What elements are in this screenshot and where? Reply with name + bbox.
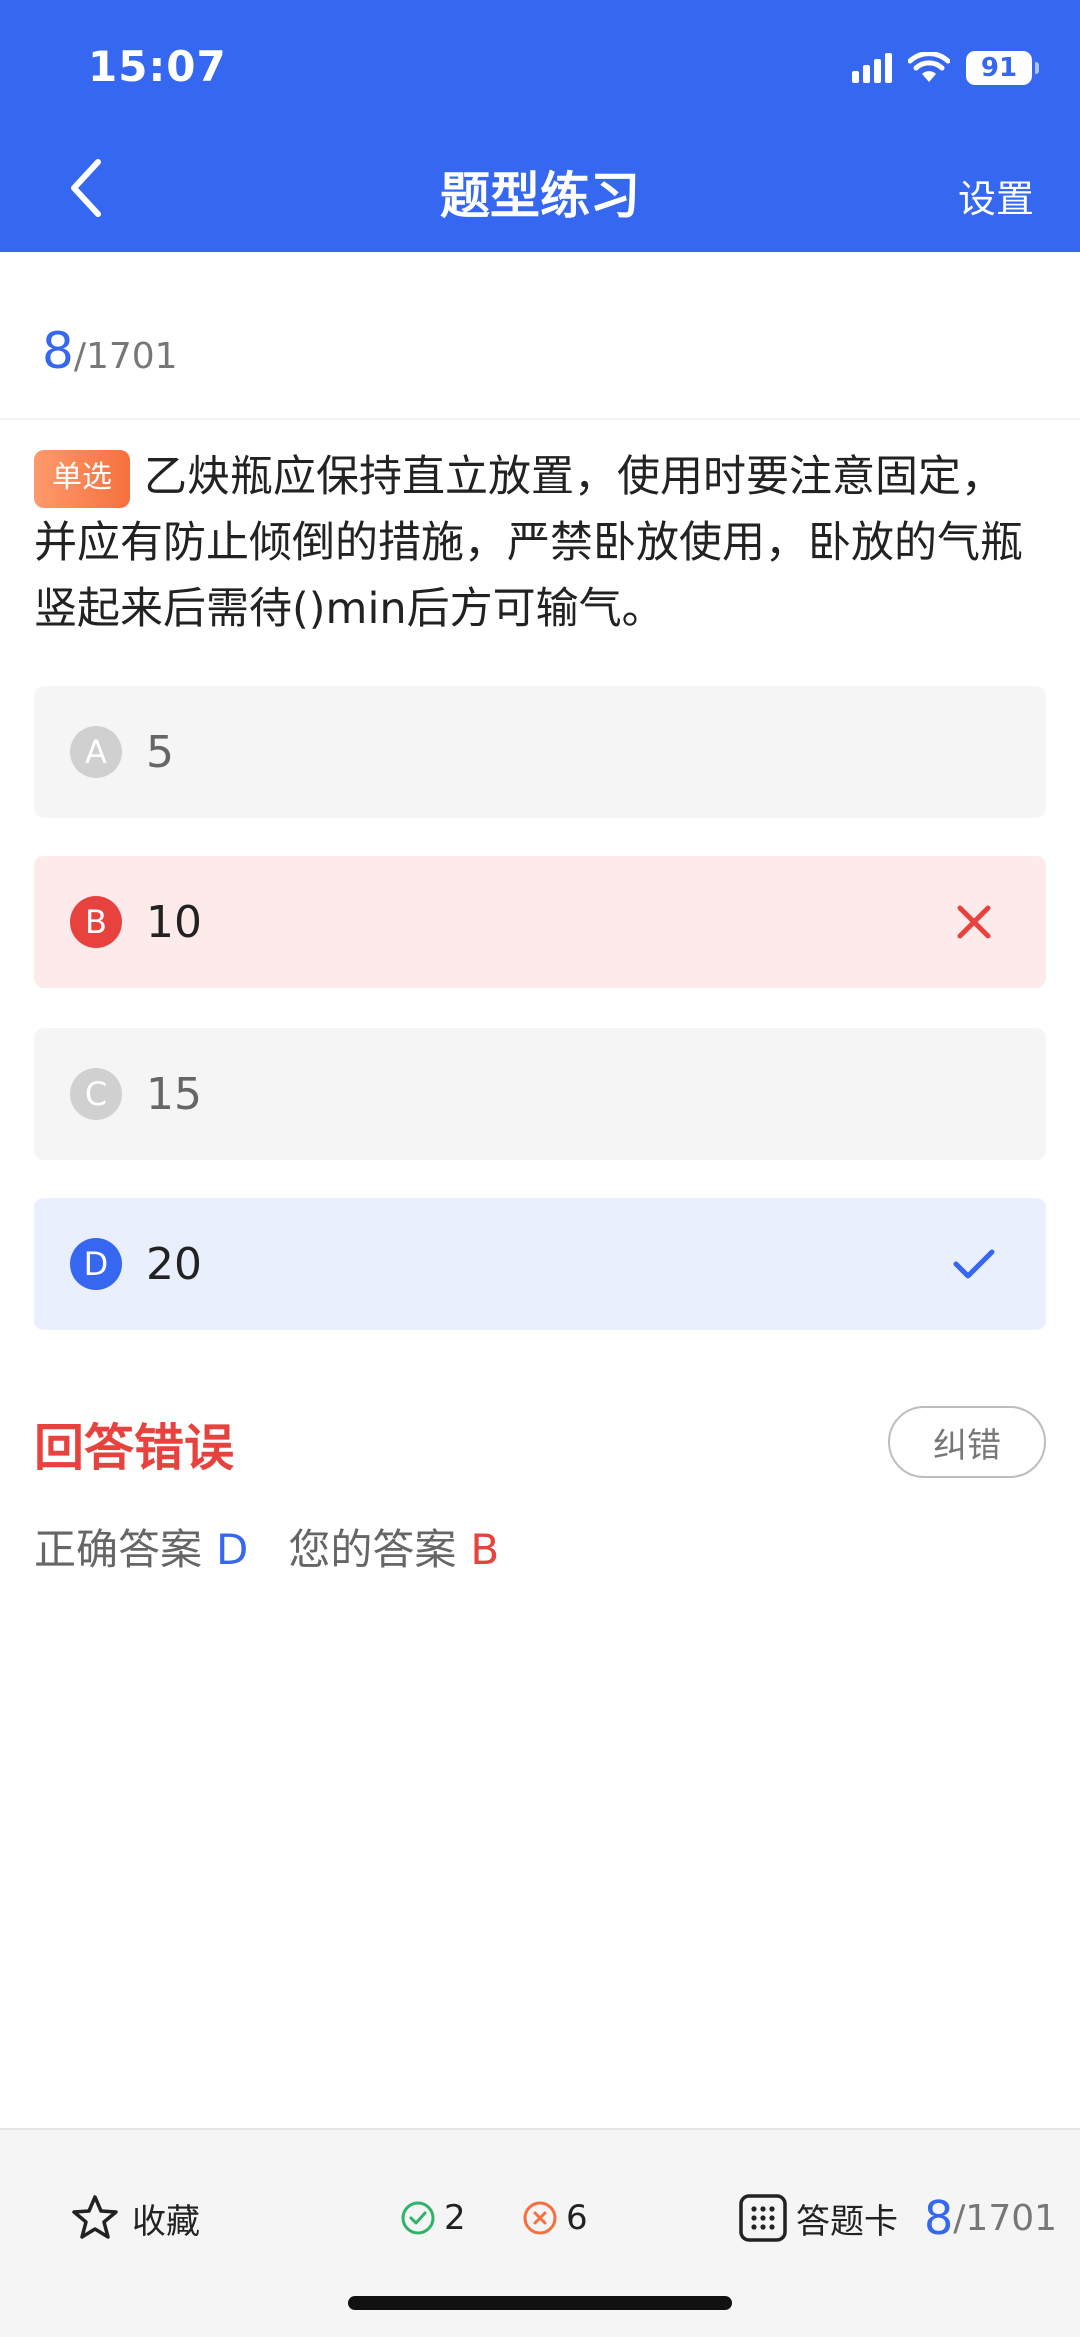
progress-current: 8 [42, 322, 74, 380]
grid-icon [739, 2194, 787, 2242]
option-text: 10 [146, 896, 202, 948]
option-letter: B [70, 896, 122, 948]
option-text: 20 [146, 1238, 202, 1290]
progress-total: /1701 [73, 336, 178, 377]
answer-card-label: 答题卡 [796, 2201, 898, 2242]
option-b[interactable]: B 10 [34, 856, 1046, 988]
page-title: 题型练习 [440, 167, 640, 225]
wrong-count: 6 [522, 2188, 588, 2248]
bottom-progress: 8/1701 [924, 2188, 1057, 2248]
correct-count: 2 [400, 2188, 466, 2248]
correct-count-value: 2 [444, 2198, 466, 2238]
option-letter: D [70, 1238, 122, 1290]
battery-icon: 91 [966, 51, 1039, 85]
wrong-count-value: 6 [566, 2198, 588, 2238]
divider [0, 418, 1080, 420]
status-time: 15:07 [88, 42, 227, 91]
option-text: 15 [146, 1068, 202, 1120]
app-header: 15:07 91 题型练习 设置 [0, 0, 1080, 252]
your-answer-label: 您的答案 [288, 1525, 457, 1574]
option-text: 5 [146, 726, 174, 778]
result-title: 回答错误 [34, 1419, 234, 1477]
question-progress: 8/1701 [42, 322, 178, 380]
favorite-label: 收藏 [132, 2201, 200, 2242]
correct-answer-label: 正确答案 [34, 1525, 203, 1574]
check-circle-icon [401, 2201, 435, 2235]
bottom-progress-current: 8 [924, 2191, 954, 2245]
cross-icon [957, 905, 991, 939]
favorite-button[interactable]: 收藏 [70, 2188, 200, 2248]
report-error-button[interactable]: 纠错 [888, 1406, 1046, 1478]
option-letter: C [70, 1068, 122, 1120]
cross-circle-icon [523, 2201, 557, 2235]
signal-icon [852, 53, 892, 83]
status-icons: 91 [852, 48, 1039, 88]
home-indicator[interactable] [348, 2296, 732, 2310]
settings-button[interactable]: 设置 [958, 168, 1034, 223]
answer-summary: 正确答案 D 您的答案 B [34, 1516, 499, 1577]
option-c[interactable]: C 15 [34, 1028, 1046, 1160]
question-text: 乙炔瓶应保持直立放置，使用时要注意固定，并应有防止倾倒的措施，严禁卧放使用，卧放… [34, 452, 1023, 634]
option-a[interactable]: A 5 [34, 686, 1046, 818]
your-answer-value: B [470, 1525, 500, 1574]
bottom-progress-total: /1701 [953, 2197, 1058, 2239]
question-stem: 单选 乙炔瓶应保持直立放置，使用时要注意固定，并应有防止倾倒的措施，严禁卧放使用，… [34, 444, 1046, 642]
answer-card-button[interactable]: 答题卡 [738, 2188, 898, 2248]
star-icon [72, 2195, 118, 2239]
option-d[interactable]: D 20 [34, 1198, 1046, 1330]
option-letter: A [70, 726, 122, 778]
correct-answer-value: D [216, 1525, 249, 1574]
check-icon [953, 1249, 995, 1279]
wifi-icon [908, 52, 950, 82]
question-type-tag: 单选 [34, 450, 130, 508]
